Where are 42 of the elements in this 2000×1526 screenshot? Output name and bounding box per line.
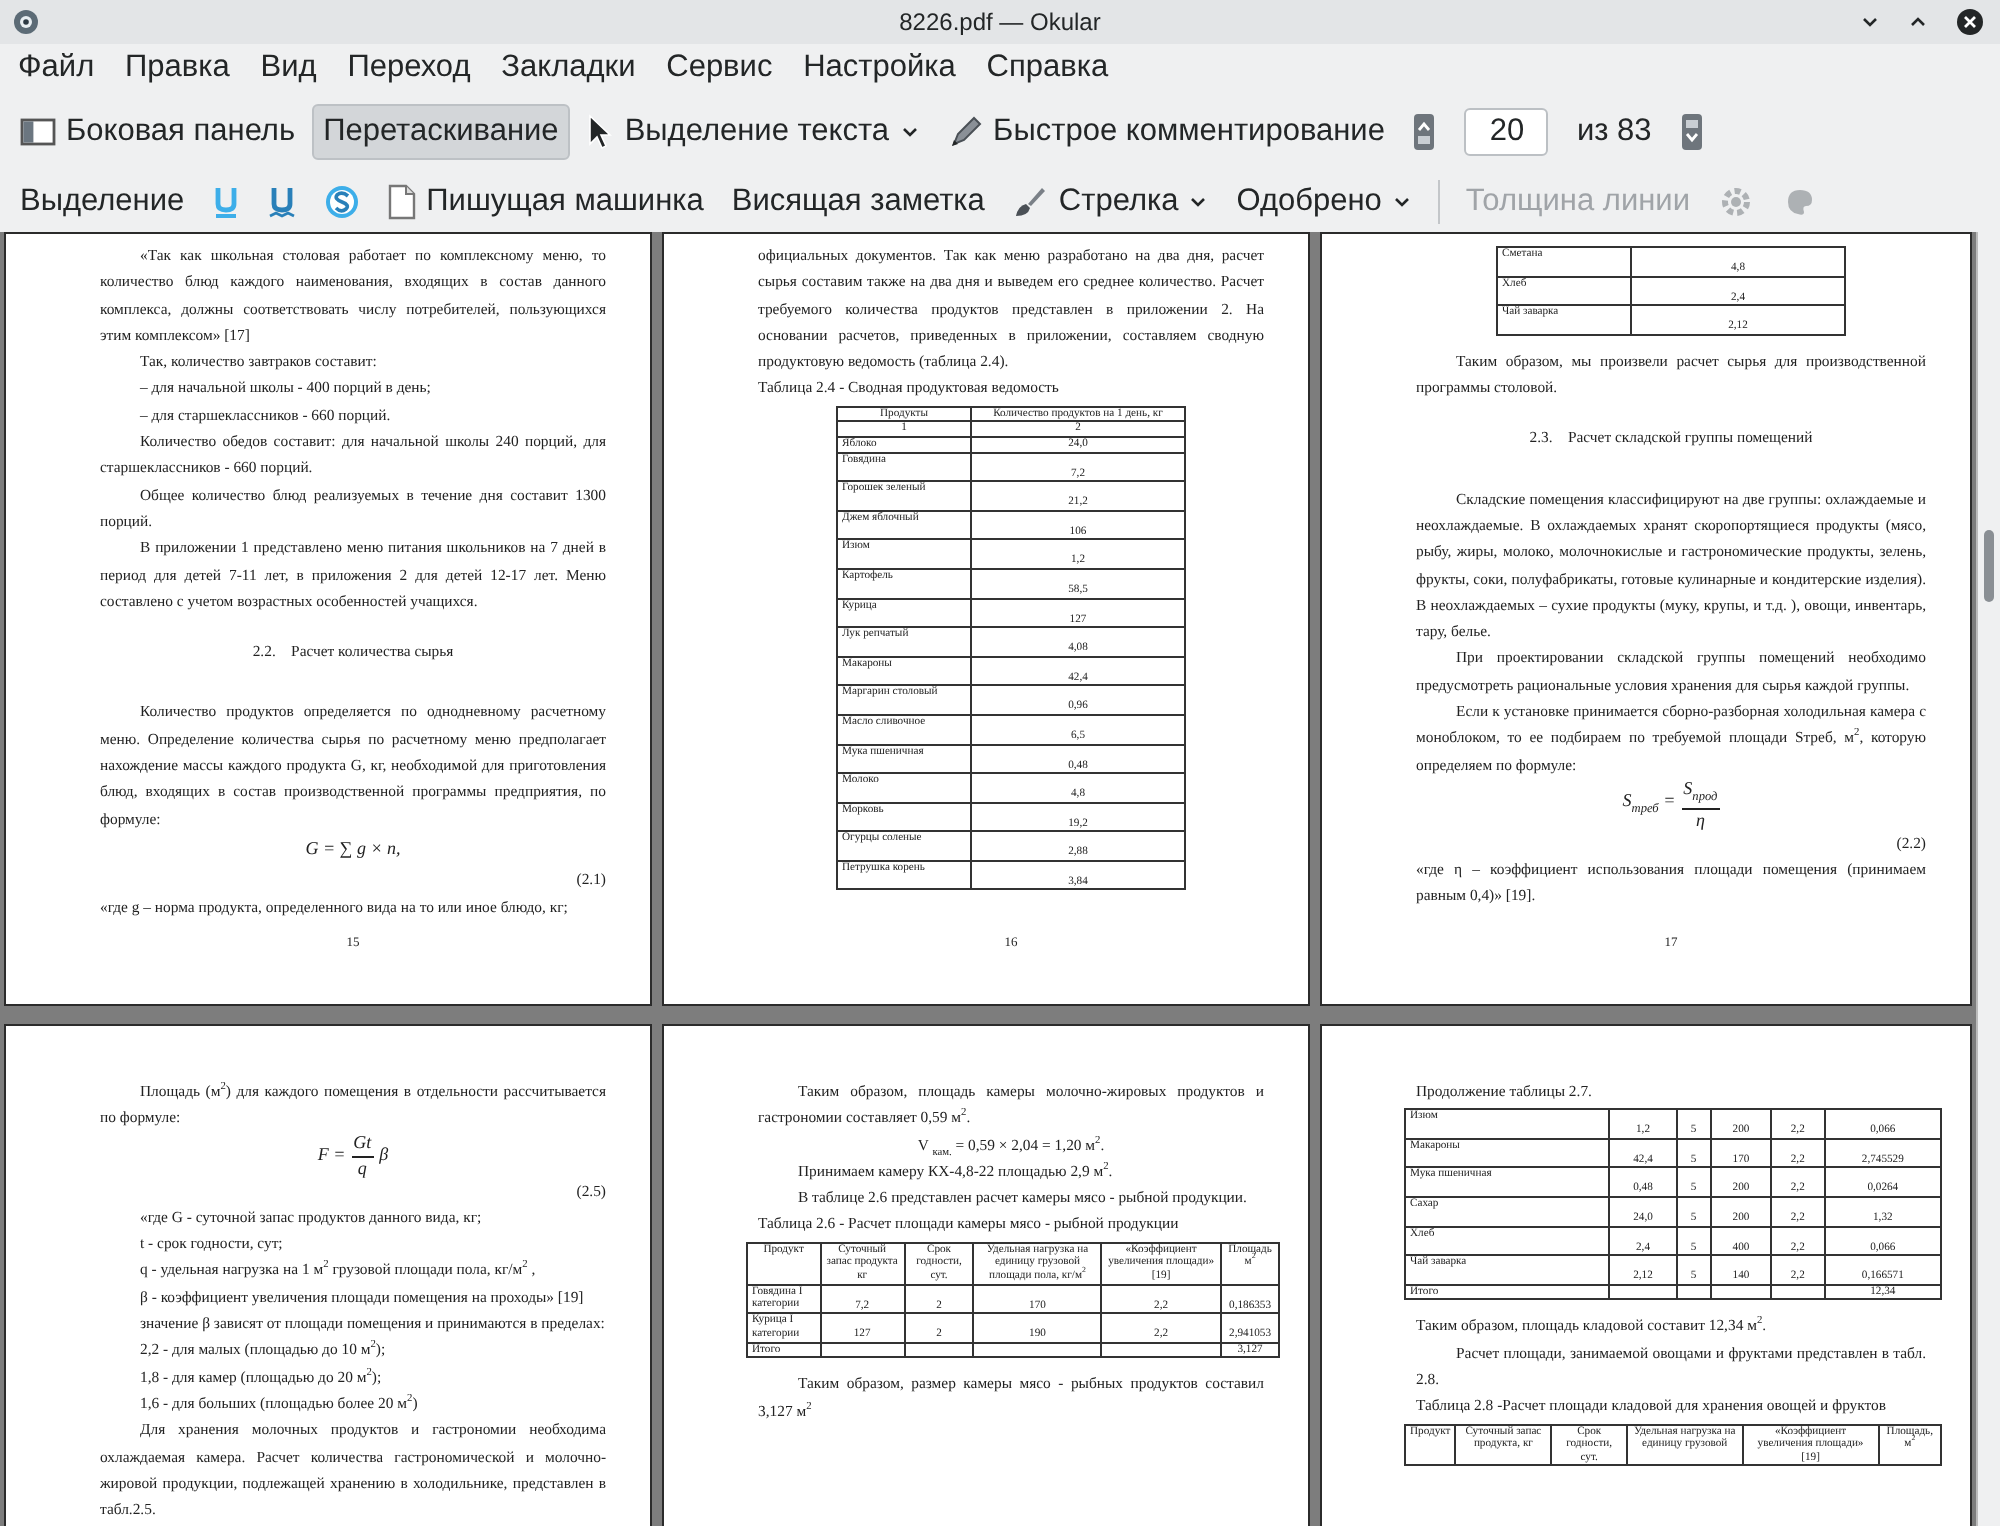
app-icon	[12, 8, 40, 36]
menu-item[interactable]: Закладки	[489, 46, 648, 90]
toolbar-button[interactable]: Одобрено	[1224, 174, 1424, 230]
menu-item[interactable]: Переход	[335, 46, 483, 90]
caret-icon	[899, 122, 920, 142]
toolbar-button[interactable]: Боковая панель	[8, 104, 308, 160]
caret-icon	[1391, 192, 1412, 212]
menu-item[interactable]: Настройка	[791, 46, 968, 90]
underline-icon	[212, 184, 241, 220]
toolbar-button[interactable]: Пишущая машинка	[376, 174, 716, 230]
caret-icon	[1188, 192, 1209, 212]
menu-item[interactable]: Вид	[248, 46, 329, 90]
sidebar-icon	[20, 116, 56, 148]
menu-item[interactable]: Файл	[6, 46, 107, 90]
chevron-down-icon	[1860, 12, 1880, 32]
cursor-icon	[586, 114, 615, 150]
toolbar-button[interactable]: Стрелка	[1000, 174, 1221, 230]
document-icon	[388, 184, 417, 220]
page-icon	[1679, 112, 1704, 152]
pen-icon	[947, 114, 984, 150]
menu-item[interactable]: Справка	[974, 46, 1121, 90]
page-count: из 83	[1574, 114, 1654, 150]
strikeout-icon	[324, 184, 361, 220]
page-number-field[interactable]: 20	[1464, 108, 1549, 156]
toolbar-button[interactable]: Перетаскивание	[311, 104, 571, 160]
page-icon	[1412, 112, 1437, 152]
window-title: 8226.pdf — Okular	[899, 8, 1101, 36]
close-button[interactable]	[1952, 4, 1988, 40]
formula: G = ∑ g × n,	[303, 835, 403, 862]
toolbar-button[interactable]: Висящая заметка	[719, 174, 997, 230]
formula: S$_{треб}$ = S$_{прод}$ η	[1622, 777, 1720, 830]
gear-icon	[1717, 184, 1754, 220]
menu-item[interactable]: Правка	[113, 46, 242, 90]
menu-item[interactable]: Сервис	[654, 46, 785, 90]
scrollbar[interactable]	[1976, 232, 2000, 1526]
scrollbar-thumb[interactable]	[1984, 530, 1994, 602]
toolbar-button[interactable]: Выделение	[8, 174, 197, 230]
toolbar-button[interactable]: Выделение текста	[574, 104, 932, 160]
brush-icon	[1012, 184, 1049, 220]
underline-icon	[268, 184, 297, 220]
close-icon	[1956, 8, 1984, 36]
toolbar-button[interactable]: Быстрое комментирование	[935, 104, 1397, 160]
